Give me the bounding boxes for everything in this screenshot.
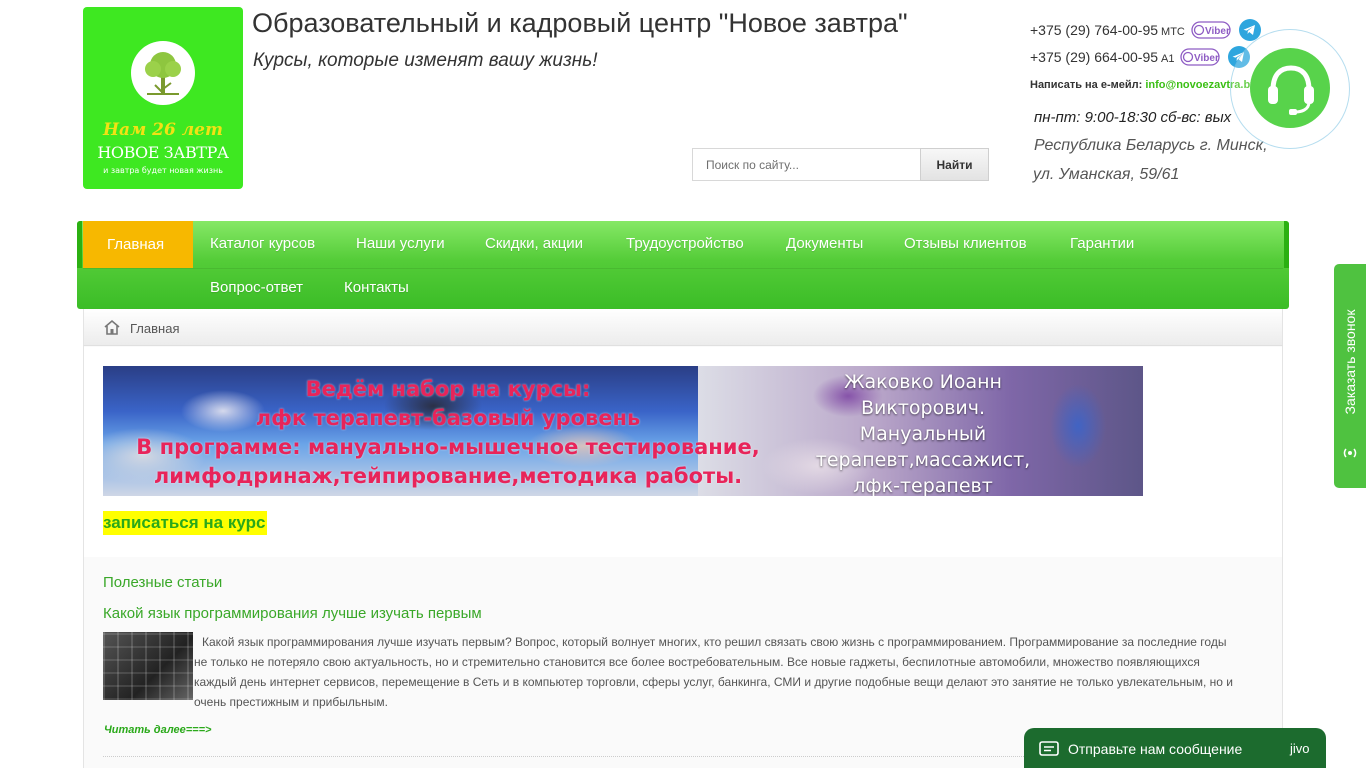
trainer-line: лфк-терапевт — [853, 475, 993, 496]
menu-item-guarantees[interactable]: Гарантии — [1070, 235, 1134, 252]
search-button[interactable]: Найти — [920, 148, 989, 181]
site-logo[interactable]: Нам 26 лет НОВОЕ ЗАВТРА и завтра будет н… — [83, 7, 243, 189]
menu-item-catalog[interactable]: Каталог курсов — [210, 235, 315, 252]
read-more-link[interactable]: Читать далее===> — [104, 724, 211, 736]
email-label: Написать на е-мейл: — [1030, 79, 1143, 91]
menu-item-reviews[interactable]: Отзывы клиентов — [904, 235, 1027, 252]
headset-icon — [1268, 65, 1314, 115]
callback-tab[interactable]: Заказать звонок — [1334, 264, 1366, 488]
menu-item-services[interactable]: Наши услуги — [356, 235, 445, 252]
phone-signal-icon — [1342, 445, 1358, 465]
chat-widget-bar[interactable]: Отправьте нам сообщение jivo — [1024, 728, 1326, 768]
menu-item-discounts[interactable]: Скидки, акции — [485, 235, 583, 252]
menu-item-documents[interactable]: Документы — [786, 235, 863, 252]
article-title-link[interactable]: Какой язык программирования лучше изучат… — [103, 605, 482, 622]
menu-item-label: Главная — [107, 236, 165, 253]
logo-brand: НОВОЕ ЗАВТРА — [97, 143, 229, 162]
menu-item-contacts[interactable]: Контакты — [344, 279, 409, 296]
viber-icon[interactable]: Viber — [1180, 48, 1221, 69]
phone-operator: МТС — [1161, 26, 1185, 39]
promo-line: лимфодринаж,тейпирование,методика работы… — [153, 464, 743, 488]
trainer-line: терапевт,массажист, — [815, 449, 1031, 471]
jivo-logo: jivo — [1290, 741, 1310, 756]
viber-icon[interactable]: Viber — [1191, 21, 1231, 42]
search-input[interactable] — [692, 148, 921, 181]
email-line: Написать на е-мейл: info@novoezavtra.by — [1030, 79, 1256, 91]
course-banner[interactable]: Ведём набор на курсы: лфк терапевт-базов… — [103, 366, 1143, 496]
articles-section-title: Полезные статьи — [103, 574, 223, 591]
phone-number: +375 (29) 764-00-95 — [1030, 22, 1159, 39]
menu-divider — [83, 268, 1283, 269]
chat-label: Отправьте нам сообщение — [1068, 741, 1243, 757]
menu-item-faq[interactable]: Вопрос-ответ — [210, 279, 303, 296]
logo-years: Нам 26 лет — [103, 120, 223, 140]
banner-trainer-text: Жаковко Иоанн Викторович. Мануальный тер… — [803, 369, 1043, 496]
working-hours: пн-пт: 9:00-18:30 сб-вс: вых — [1034, 109, 1232, 126]
menu-item-employment[interactable]: Трудоустройство — [626, 235, 744, 252]
article-excerpt: Какой язык программирования лучше изучат… — [194, 635, 1233, 709]
menu-item-home[interactable]: Главная — [83, 221, 193, 268]
message-icon — [1039, 740, 1059, 762]
trainer-line: Жаковко Иоанн — [844, 371, 1002, 393]
viber-label: Viber — [1205, 26, 1230, 37]
trainer-line: Мануальный — [859, 423, 987, 445]
phone-operator: А1 — [1161, 53, 1175, 66]
callback-label: Заказать звонок — [1342, 309, 1358, 415]
viber-label: Viber — [1194, 53, 1219, 64]
phone-mts[interactable]: +375 (29) 764-00-95 МТС Viber — [1030, 18, 1262, 45]
support-call-widget[interactable] — [1230, 29, 1350, 149]
promo-line: В программе: мануально-мышечное тестиров… — [136, 435, 760, 459]
banner-promo-text: Ведём набор на курсы: лфк терапевт-базов… — [103, 375, 793, 491]
promo-line: Ведём набор на курсы: — [305, 377, 591, 401]
home-icon[interactable] — [103, 319, 121, 340]
article-thumbnail[interactable] — [103, 632, 193, 700]
site-slogan: Курсы, которые изменят вашу жизнь! — [253, 50, 598, 71]
breadcrumb-home[interactable]: Главная — [130, 321, 179, 336]
tree-icon — [131, 41, 195, 105]
phone-a1[interactable]: +375 (29) 664-00-95 А1 Viber — [1030, 45, 1251, 72]
breadcrumb: Главная — [83, 309, 1283, 346]
promo-line: лфк терапевт-базовый уровень — [255, 406, 641, 430]
signup-course-link[interactable]: записаться на курс — [103, 511, 268, 535]
address-line-2: ул. Уманская, 59/61 — [1033, 166, 1180, 183]
address-line-1: Республика Беларусь г. Минск, — [1034, 137, 1268, 154]
site-title: Образовательный и кадровый центр "Новое … — [252, 8, 908, 38]
trainer-line: Викторович. — [860, 397, 986, 419]
logo-tagline: и завтра будет новая жизнь — [103, 166, 223, 175]
phone-number: +375 (29) 664-00-95 — [1030, 49, 1159, 66]
